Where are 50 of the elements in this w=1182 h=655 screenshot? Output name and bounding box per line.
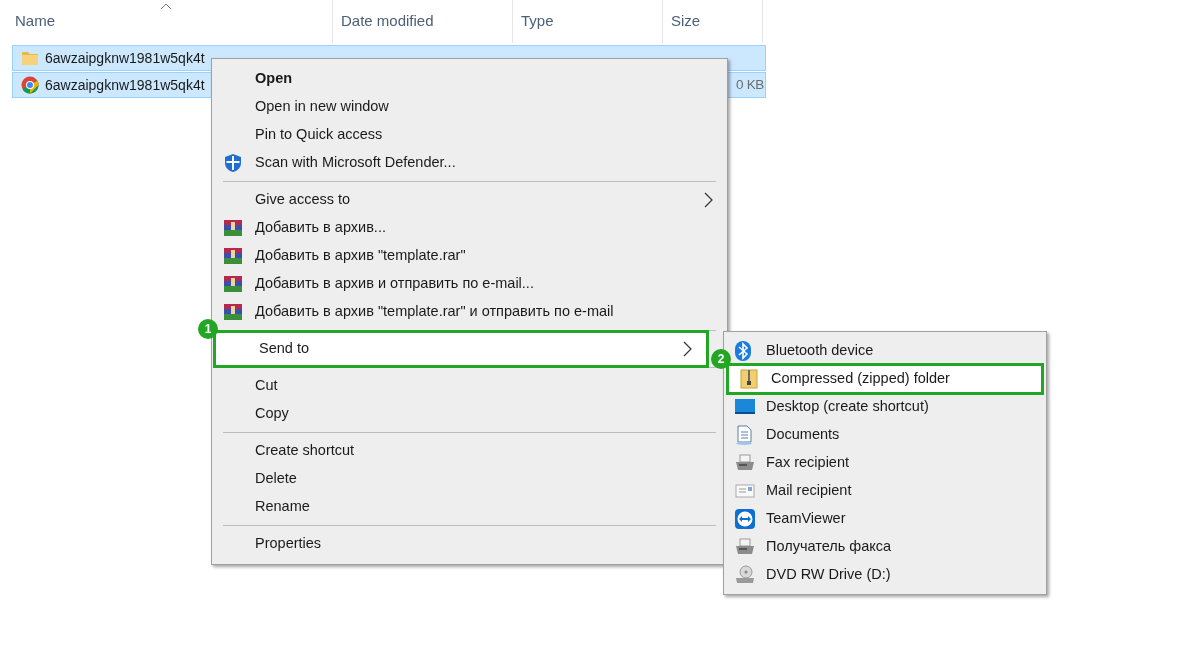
printer-icon [735, 454, 755, 472]
column-header[interactable]: Date modified [333, 0, 513, 43]
menu-item[interactable]: Получатель факса [724, 533, 1046, 561]
monitor-icon [735, 398, 755, 416]
books-icon [223, 218, 243, 238]
menu-item[interactable]: Compressed (zipped) folder [726, 363, 1044, 395]
menu-item[interactable]: Properties [212, 530, 727, 558]
step-badge: 1 [198, 319, 218, 339]
file-size: 0 KB [736, 75, 765, 94]
menu-item[interactable]: Fax recipient [724, 449, 1046, 477]
menu-item[interactable]: Cut [212, 372, 727, 400]
sort-caret-icon [160, 2, 172, 10]
file-name: 6awzaipgknw1981w5qk4t [45, 48, 205, 68]
books-icon [223, 302, 243, 322]
double-arrow-icon [735, 509, 755, 529]
zipped-folder-icon [740, 369, 758, 389]
menu-item[interactable]: Добавить в архив "template.rar" [212, 242, 727, 270]
column-header[interactable]: Type [513, 0, 663, 43]
menu-item[interactable]: Pin to Quick access [212, 121, 727, 149]
menu-item[interactable]: Send to [213, 330, 709, 368]
chevron-right-icon [704, 192, 713, 208]
column-header[interactable]: Size [663, 0, 763, 43]
books-icon [223, 274, 243, 294]
menu-item[interactable]: Open in new window [212, 93, 727, 121]
disc-drive-icon [735, 565, 755, 585]
menu-item[interactable]: Rename [212, 493, 727, 521]
menu-item[interactable]: Delete [212, 465, 727, 493]
document-icon [735, 425, 753, 445]
menu-item[interactable]: Mail recipient [724, 477, 1046, 505]
browser-icon [21, 76, 39, 94]
menu-item[interactable]: Scan with Microsoft Defender... [212, 149, 727, 177]
menu-item[interactable]: DVD RW Drive (D:) [724, 561, 1046, 589]
envelope-icon [735, 483, 755, 499]
shield-icon [223, 153, 243, 173]
menu-item[interactable]: Добавить в архив и отправить по e-mail... [212, 270, 727, 298]
file-name: 6awzaipgknw1981w5qk4t [45, 75, 205, 95]
menu-item[interactable]: Create shortcut [212, 437, 727, 465]
printer-icon [735, 538, 755, 556]
bluetooth-icon [735, 341, 751, 361]
menu-item[interactable]: Добавить в архив... [212, 214, 727, 242]
folder-icon [21, 49, 39, 67]
column-header[interactable]: Name [0, 0, 333, 43]
menu-item[interactable]: Documents [724, 421, 1046, 449]
chevron-right-icon [683, 341, 692, 357]
menu-item[interactable]: TeamViewer [724, 505, 1046, 533]
menu-item[interactable]: Desktop (create shortcut) [724, 393, 1046, 421]
menu-item[interactable]: Give access to [212, 186, 727, 214]
books-icon [223, 246, 243, 266]
menu-item[interactable]: Copy [212, 400, 727, 428]
menu-item[interactable]: Open [212, 65, 727, 93]
